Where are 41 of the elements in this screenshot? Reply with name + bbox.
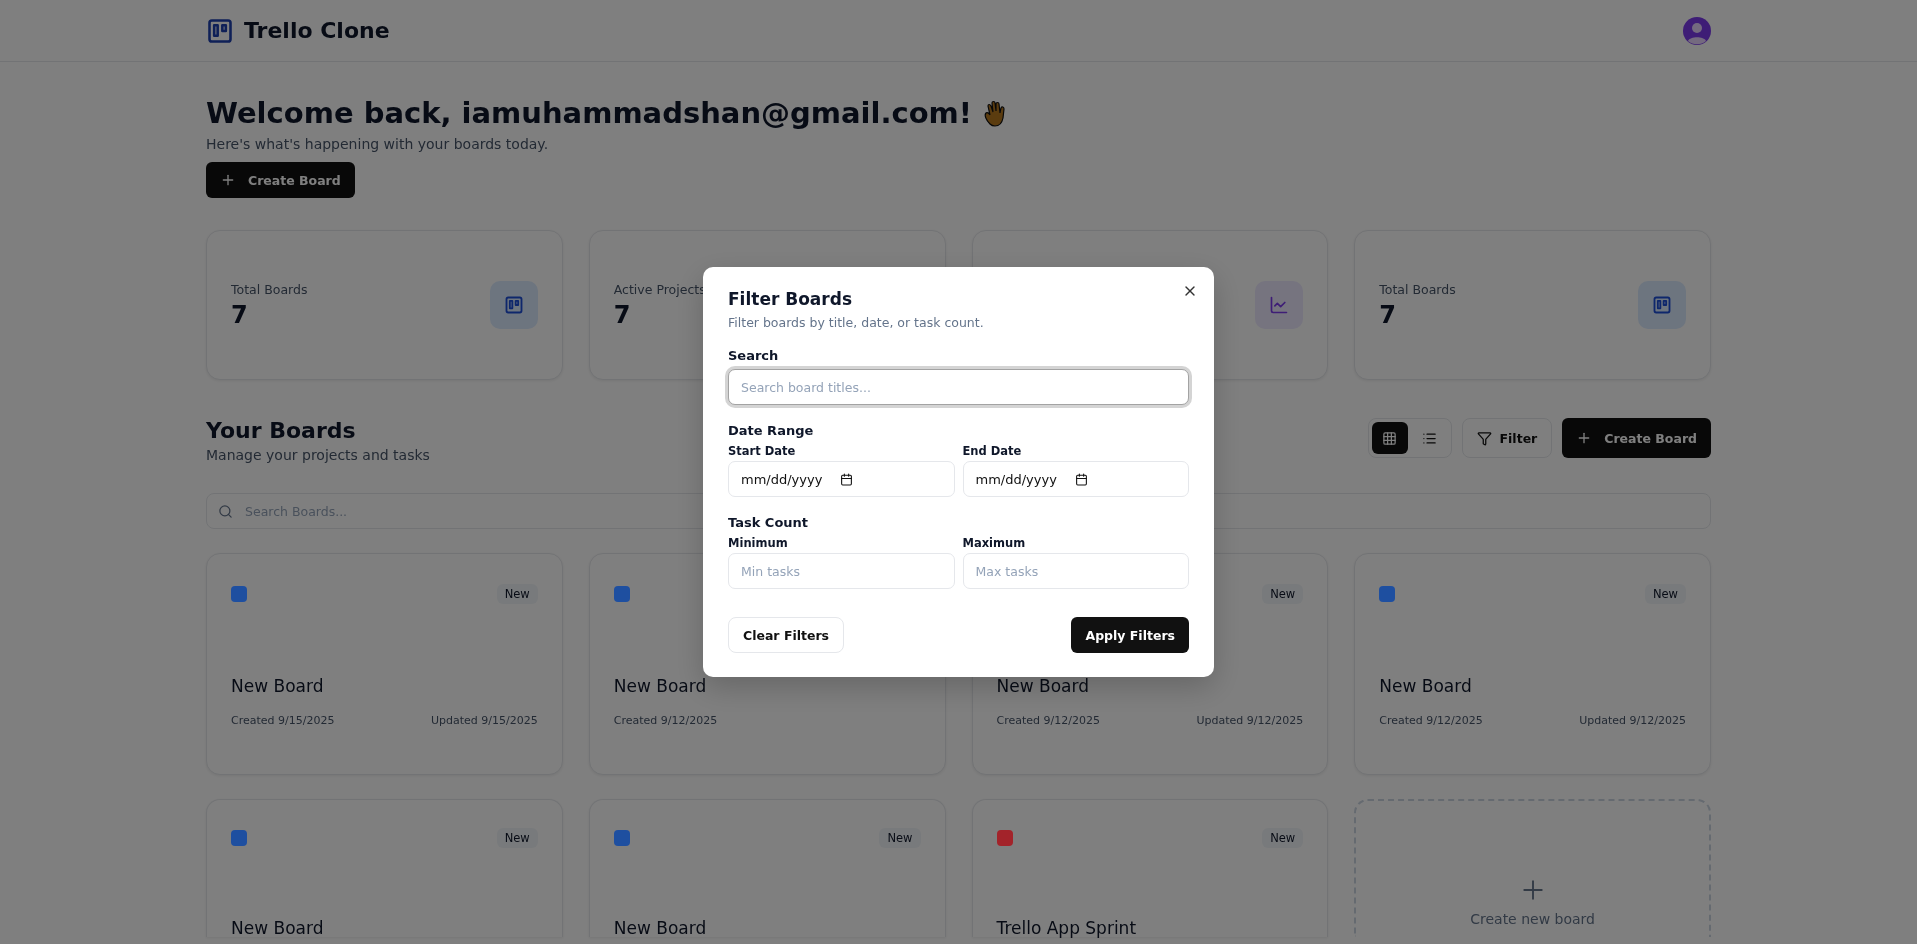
board-title: New Board (613, 676, 708, 696)
field-label: Search (728, 348, 780, 363)
board-title: New Board (231, 676, 325, 696)
created-date: Created 9/15/2025 (231, 714, 335, 727)
board-title: New Board (231, 918, 325, 938)
field-label: End Date (962, 444, 1023, 458)
board-title: New Board (996, 676, 1090, 696)
created-date: Created 9/12/2025 (1379, 714, 1483, 727)
stat-label: Total Boards (1379, 281, 1456, 297)
app-name: Trello Clone (244, 18, 390, 43)
create-board-label: Create new board (1470, 911, 1595, 927)
stat-value: 7 (231, 300, 249, 329)
updated-date: Updated 9/15/2025 (431, 714, 538, 727)
new-badge: New (1644, 584, 1686, 604)
board-title: New Board (613, 918, 708, 938)
field-label: Minimum (728, 536, 789, 550)
created-date: Created 9/12/2025 (613, 714, 718, 727)
new-badge: New (496, 828, 538, 848)
board-title: New Board (1379, 676, 1473, 696)
dialog-title: Filter Boards (728, 289, 853, 309)
created-date: Created 9/12/2025 (996, 714, 1100, 727)
updated-date: Updated 9/12/2025 (1579, 714, 1686, 727)
stat-value: 7 (613, 300, 632, 329)
section-subtitle: Manage your projects and tasks (206, 447, 430, 463)
welcome-title: Welcome back, iamuhammadshan@gmail.com! (206, 96, 973, 130)
section-label: Task Count (728, 515, 810, 530)
field-label: Start Date (728, 444, 797, 458)
stat-label: Total Boards (231, 281, 308, 297)
board-title: Trello App Sprint (996, 918, 1138, 938)
welcome-subtitle: Here's what's happening with your boards today. (206, 136, 550, 152)
new-badge: New (1262, 584, 1304, 604)
stat-label: Active Projects (613, 281, 706, 297)
stat-value: 7 (1379, 300, 1397, 329)
dialog-description: Filter boards by title, date, or task count. (728, 315, 985, 330)
new-badge: New (879, 828, 921, 848)
updated-date: Updated 9/12/2025 (1196, 714, 1304, 727)
section-title: Your Boards (206, 418, 357, 443)
field-label: Maximum (962, 536, 1027, 550)
new-badge: New (496, 584, 538, 604)
section-label: Date Range (728, 423, 815, 438)
new-badge: New (1262, 828, 1304, 848)
